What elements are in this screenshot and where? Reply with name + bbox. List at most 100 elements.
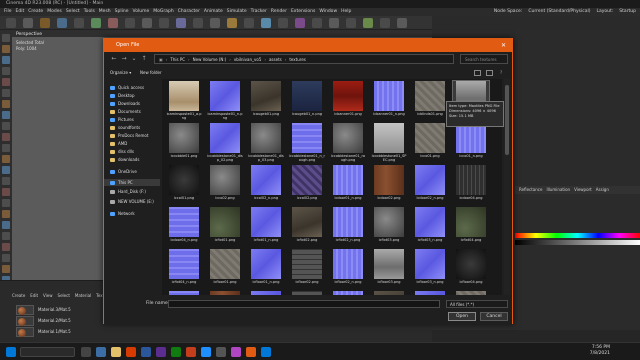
toolbar-tool-icon[interactable] [6, 18, 16, 28]
file-tile[interactable]: icwall01_n.png [412, 291, 448, 295]
taskbar-search-icon[interactable] [20, 347, 75, 357]
file-tile[interactable]: icdoor01_n.png [330, 165, 366, 204]
side-tool-icon[interactable] [2, 144, 10, 152]
toolbar-tool-icon[interactable] [363, 18, 373, 28]
taskbar-app-icon[interactable] [186, 347, 196, 357]
menu-item[interactable]: Extensions [291, 8, 315, 16]
nav-item-desktop[interactable]: Desktop [110, 93, 135, 98]
menu-item[interactable]: Edit [16, 8, 25, 16]
breadcrumb-item[interactable]: assets [269, 57, 282, 62]
side-tool-icon[interactable] [2, 166, 10, 174]
file-tile[interactable]: icfixt02.png [289, 207, 325, 246]
file-tile[interactable]: icblinds01.png [412, 81, 448, 120]
material-menu-item[interactable]: Material [75, 292, 91, 299]
menu-item[interactable]: Spline [115, 8, 129, 16]
side-tool-icon[interactable] [2, 210, 10, 218]
taskbar-app-icon[interactable] [156, 347, 166, 357]
windows-start-icon[interactable] [6, 347, 16, 357]
file-tile[interactable]: icbanner01_n.png [371, 81, 407, 120]
toolbar-tool-icon[interactable] [193, 18, 203, 28]
breadcrumb-item[interactable]: textures [289, 57, 306, 62]
menu-item[interactable]: Window [319, 8, 337, 16]
search-input[interactable]: Search textures [460, 54, 508, 64]
toolbar-tool-icon[interactable] [278, 18, 288, 28]
menu-item[interactable]: Tracker [251, 8, 267, 16]
material-menu-item[interactable]: Select [58, 292, 70, 299]
taskbar-app-icon[interactable] [111, 347, 121, 357]
toolbar-tool-icon[interactable] [176, 18, 186, 28]
view-options-icon[interactable] [474, 70, 481, 76]
menu-item[interactable]: Volume [133, 8, 150, 16]
attribute-tab[interactable]: Illumination [546, 186, 570, 194]
taskbar-app-icon[interactable] [141, 347, 151, 357]
menu-item[interactable]: MoGraph [153, 8, 173, 16]
side-tool-icon[interactable] [2, 67, 10, 75]
menu-item[interactable]: Simulate [227, 8, 247, 16]
file-tile[interactable]: icco01_n.png [453, 123, 489, 162]
file-tile[interactable]: icfloor04_n.png [166, 291, 202, 295]
nav-item-this-pc[interactable]: This PC [104, 179, 160, 186]
file-type-select[interactable]: All files (*.*) [446, 300, 508, 308]
file-tile[interactable]: iccobble01.png [166, 123, 202, 162]
file-tile[interactable]: icfloor02_n.png [330, 249, 366, 288]
file-tile[interactable]: icbanner01.png [330, 81, 366, 120]
side-tool-icon[interactable] [2, 155, 10, 163]
nav-item-onedrive[interactable]: OneDrive [110, 169, 137, 174]
file-tile[interactable]: icdoor02_n.png [412, 165, 448, 204]
side-tool-icon[interactable] [2, 133, 10, 141]
chevron-down-icon[interactable]: ⌄ [130, 55, 138, 63]
file-tile[interactable]: icdoor02.png [371, 165, 407, 204]
node-space-value[interactable]: Current (Standard/Physical) [528, 8, 590, 16]
file-tile[interactable]: icfixt02_n.png [330, 207, 366, 246]
file-tile[interactable]: icfloorwood02.png [289, 291, 325, 295]
file-tile[interactable]: icaugeb01_n.png [289, 81, 325, 120]
material-swatch[interactable] [16, 316, 34, 326]
file-tile[interactable]: icaminsposte01_n.png [207, 81, 243, 120]
file-tile[interactable]: icfixt01_n.png [248, 207, 284, 246]
file-tile[interactable]: icdoor04_n.png [166, 207, 202, 246]
file-tile[interactable]: iccol02.png [289, 165, 325, 204]
file-tile[interactable]: iccobblestone01_disp_02.png [207, 123, 243, 162]
file-tile[interactable]: iccobblestone01_SPEC.png [371, 123, 407, 162]
nav-item-downloads[interactable]: Downloads [110, 101, 140, 106]
file-tile[interactable]: icfixt03.png [371, 207, 407, 246]
file-tile[interactable]: icfloor01.png [207, 249, 243, 288]
nav-item-pictures[interactable]: Pictures [110, 117, 134, 122]
material-menu-item[interactable]: Create [12, 292, 25, 299]
close-icon[interactable]: ✕ [499, 41, 508, 50]
nav-item-prodocs-remot[interactable]: ProDocs Remot [110, 133, 148, 138]
toolbar-tool-icon[interactable] [40, 18, 50, 28]
side-tool-icon[interactable] [2, 265, 10, 273]
side-tool-icon[interactable] [2, 122, 10, 130]
material-swatch[interactable] [16, 327, 34, 337]
toolbar-tool-icon[interactable] [397, 18, 407, 28]
file-tile[interactable]: icfloor03_n.png [412, 249, 448, 288]
taskbar-app-icon[interactable] [96, 347, 106, 357]
menu-item[interactable]: Modes [47, 8, 62, 16]
file-tile[interactable]: icfixt04_n.png [166, 249, 202, 288]
side-tool-icon[interactable] [2, 111, 10, 119]
toolbar-tool-icon[interactable] [57, 18, 67, 28]
file-tile[interactable]: icfixt01.png [207, 207, 243, 246]
taskbar-app-icon[interactable] [216, 347, 226, 357]
file-tile[interactable]: icaugeb01.png [248, 81, 284, 120]
file-name-field[interactable] [168, 300, 440, 308]
menu-item[interactable]: File [4, 8, 12, 16]
side-tool-icon[interactable] [2, 188, 10, 196]
material-menu-item[interactable]: Edit [30, 292, 38, 299]
material-name[interactable]: Material.1/Mat.5 [38, 329, 71, 334]
file-tile[interactable]: iccobblestone01_disp_03.png [248, 123, 284, 162]
taskbar-app-icon[interactable] [171, 347, 181, 357]
taskbar-app-icon[interactable] [246, 347, 256, 357]
attribute-tab[interactable]: Reflectance [519, 186, 542, 194]
toolbar-tool-icon[interactable] [312, 18, 322, 28]
file-tile[interactable]: icco01.png [412, 123, 448, 162]
material-menu-item[interactable]: View [43, 292, 53, 299]
toolbar-tool-icon[interactable] [159, 18, 169, 28]
cancel-button[interactable]: Cancel [480, 312, 508, 321]
toolbar-tool-icon[interactable] [91, 18, 101, 28]
up-arrow-icon[interactable]: ↑ [140, 55, 148, 63]
file-tile[interactable]: iccobblestone01_n_rough.png [289, 123, 325, 162]
organize-button[interactable]: Organize ▾ [110, 70, 131, 75]
menu-item[interactable]: Mesh [99, 8, 111, 16]
